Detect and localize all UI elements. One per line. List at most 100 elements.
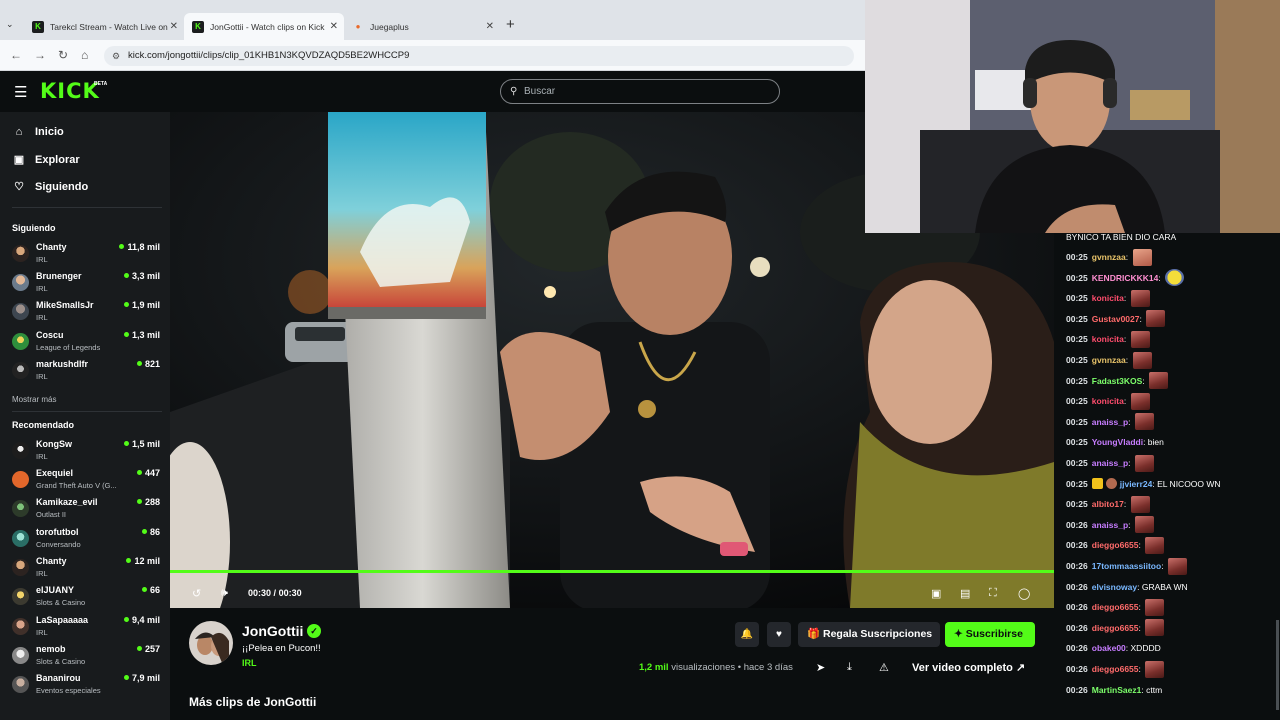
chat-username[interactable]: gvnnzaa (1092, 355, 1126, 365)
new-tab-icon[interactable]: + (506, 16, 515, 33)
following-channel[interactable]: Brunenger IRL 3,3 mil (12, 269, 160, 295)
playback-speed-icon[interactable]: ◯ (1018, 587, 1030, 600)
chat-username[interactable]: dieggo6655 (1092, 623, 1139, 633)
following-channel[interactable]: markushdlfr IRL 821 (12, 357, 160, 383)
message-timestamp: 00:25 (1066, 478, 1088, 489)
follow-button[interactable]: ♥ (767, 622, 791, 647)
chat-username[interactable]: MartinSaez1 (1092, 685, 1142, 695)
recommended-channel[interactable]: LaSapaaaaa IRL 9,4 mil (12, 613, 160, 639)
chat-username[interactable]: Fadast3KOS (1092, 376, 1143, 386)
chat-username[interactable]: konicita (1092, 334, 1124, 344)
recommended-channel[interactable]: Bananirou Eventos especiales 7,9 mil (12, 671, 160, 697)
chat-username[interactable]: konicita (1092, 293, 1124, 303)
viewer-count: 7,9 mil (123, 673, 160, 683)
download-icon[interactable]: ⤓ (847, 661, 852, 674)
recommended-channel[interactable]: Chanty IRL 12 mil (12, 554, 160, 580)
avatar (12, 530, 29, 547)
browser-tab-1[interactable]: K Tarekcl Stream - Watch Live on ✕ (24, 13, 184, 40)
chat-username[interactable]: dieggo6655 (1092, 602, 1139, 612)
home-icon: ⌂ (15, 126, 23, 138)
close-tab-icon[interactable]: ✕ (330, 21, 338, 32)
recommended-channel[interactable]: KongSw IRL 1,5 mil (12, 437, 160, 463)
sidebar-nav-following[interactable]: ♡ Siguiendo (12, 180, 88, 194)
chat-username[interactable]: obake00 (1092, 643, 1126, 653)
chat-username[interactable]: YoungVladdi (1092, 437, 1143, 447)
message-timestamp: 00:25 (1066, 334, 1088, 345)
mini-player-icon[interactable]: ▣ (931, 587, 941, 600)
heart-icon: ♡ (14, 181, 24, 193)
viewer-count-value: 3,3 mil (131, 271, 160, 281)
watch-full-video-button[interactable]: Ver video completo ↗ (906, 656, 1034, 680)
live-dot (123, 273, 129, 278)
kick-icon: K (192, 20, 204, 33)
volume-icon[interactable]: 🕪 (221, 587, 228, 600)
channel-category: Conversando (36, 540, 81, 549)
chat-username[interactable]: anaiss_p (1092, 458, 1128, 468)
chat-message: 00:26 anaiss_p: (1066, 516, 1154, 534)
message-text: BYNICO TA BIEN DIO CARA (1066, 232, 1177, 242)
site-info-icon[interactable]: ⚙ (112, 46, 120, 66)
chat-scrollbar[interactable] (1276, 620, 1279, 710)
emote-icon (1130, 289, 1150, 307)
channel-category: IRL (36, 284, 48, 293)
browser-tab-3[interactable]: ● Juegaplus ✕ (344, 13, 500, 40)
chat-username[interactable]: dieggo6655 (1092, 540, 1139, 550)
recommended-channel[interactable]: torofutbol Conversando 86 (12, 525, 160, 551)
channel-name: KongSw (36, 439, 72, 449)
chat-username[interactable]: 17tommaassiitoo (1092, 561, 1161, 571)
url-field[interactable]: ⚙ kick.com/jongottii/clips/clip_01KHB1N3… (104, 46, 854, 66)
sidebar-nav-browse[interactable]: ▣ Explorar (12, 153, 80, 167)
following-channel[interactable]: Coscu League of Legends 1,3 mil (12, 328, 160, 354)
fullscreen-icon[interactable]: ⛶ (989, 587, 997, 600)
chat-username[interactable]: jjvierr24 (1120, 479, 1153, 489)
reload-icon[interactable]: ↻ (58, 48, 68, 62)
search-placeholder: Buscar (524, 86, 556, 97)
sidebar-nav-home[interactable]: ⌂ Inicio (12, 126, 64, 138)
chat-username[interactable]: anaiss_p (1092, 417, 1128, 427)
chat-username[interactable]: KENDRICKKK14 (1092, 273, 1159, 283)
show-more-link[interactable]: Mostrar más (12, 395, 56, 404)
chat-username[interactable]: albito17 (1092, 499, 1124, 509)
message-text: bien (1147, 437, 1164, 448)
recommended-channel[interactable]: Kamikaze_evil Outlast II 288 (12, 495, 160, 521)
close-tab-icon[interactable]: ✕ (170, 21, 178, 32)
subscribe-button[interactable]: ✦ Suscribirse (945, 622, 1035, 647)
clip-category[interactable]: IRL (242, 658, 257, 668)
recommended-channel[interactable]: Exequiel Grand Theft Auto V (G... 447 (12, 466, 160, 492)
viewer-count-value: 11,8 mil (127, 242, 160, 252)
channel-name: Bananirou (36, 673, 81, 683)
notifications-button[interactable]: 🔔 (735, 622, 759, 647)
report-icon[interactable]: ⚠ (879, 661, 889, 674)
chat-username[interactable]: elvisnoway (1092, 582, 1137, 592)
kick-logo[interactable]: KICK (40, 79, 100, 103)
message-timestamp: 00:26 (1066, 581, 1088, 592)
search-input[interactable]: ⚲ Buscar (500, 79, 780, 104)
share-icon[interactable]: ➤ (816, 661, 825, 674)
following-channel[interactable]: Chanty IRL 11,8 mil (12, 240, 160, 266)
recommended-channel[interactable]: nemob Slots & Casino 257 (12, 642, 160, 668)
replay-icon[interactable]: ↺ (192, 587, 201, 600)
gift-subscriptions-button[interactable]: 🎁 Regala Suscripciones (798, 622, 940, 647)
chat-username[interactable]: konicita (1092, 396, 1124, 406)
browser-tab-2[interactable]: K JonGottii - Watch clips on Kick ✕ (184, 13, 344, 40)
streamer-avatar[interactable] (189, 621, 233, 665)
home-page-icon[interactable]: ⌂ (81, 48, 88, 62)
tab-search-chevron-icon[interactable]: ⌄ (6, 19, 14, 30)
following-channel[interactable]: MikeSmallsJr IRL 1,9 mil (12, 298, 160, 324)
theater-mode-icon[interactable]: ▤ (960, 587, 970, 600)
recommended-channel[interactable]: elJUANY Slots & Casino 66 (12, 583, 160, 609)
forward-icon[interactable]: → (34, 48, 46, 62)
chat-username[interactable]: gvnnzaa (1092, 252, 1126, 262)
chat-username[interactable]: Gustav0027 (1092, 314, 1140, 324)
chat-username[interactable]: anaiss_p (1092, 520, 1128, 530)
viewer-count: 12 mil (126, 556, 160, 566)
streamer-name[interactable]: JonGottii (242, 623, 303, 639)
back-icon[interactable]: ← (10, 48, 22, 62)
message-timestamp: 00:26 (1066, 540, 1088, 551)
chat-message: 00:26 dieggo6655: (1066, 660, 1165, 678)
close-tab-icon[interactable]: ✕ (486, 21, 494, 32)
hamburger-menu-icon[interactable]: ☰ (14, 83, 27, 101)
clip-stats: 1,2 mil visualizaciones • hace 3 días (639, 662, 793, 673)
subscriber-badge-icon (1091, 478, 1103, 490)
chat-username[interactable]: dieggo6655 (1092, 664, 1139, 674)
